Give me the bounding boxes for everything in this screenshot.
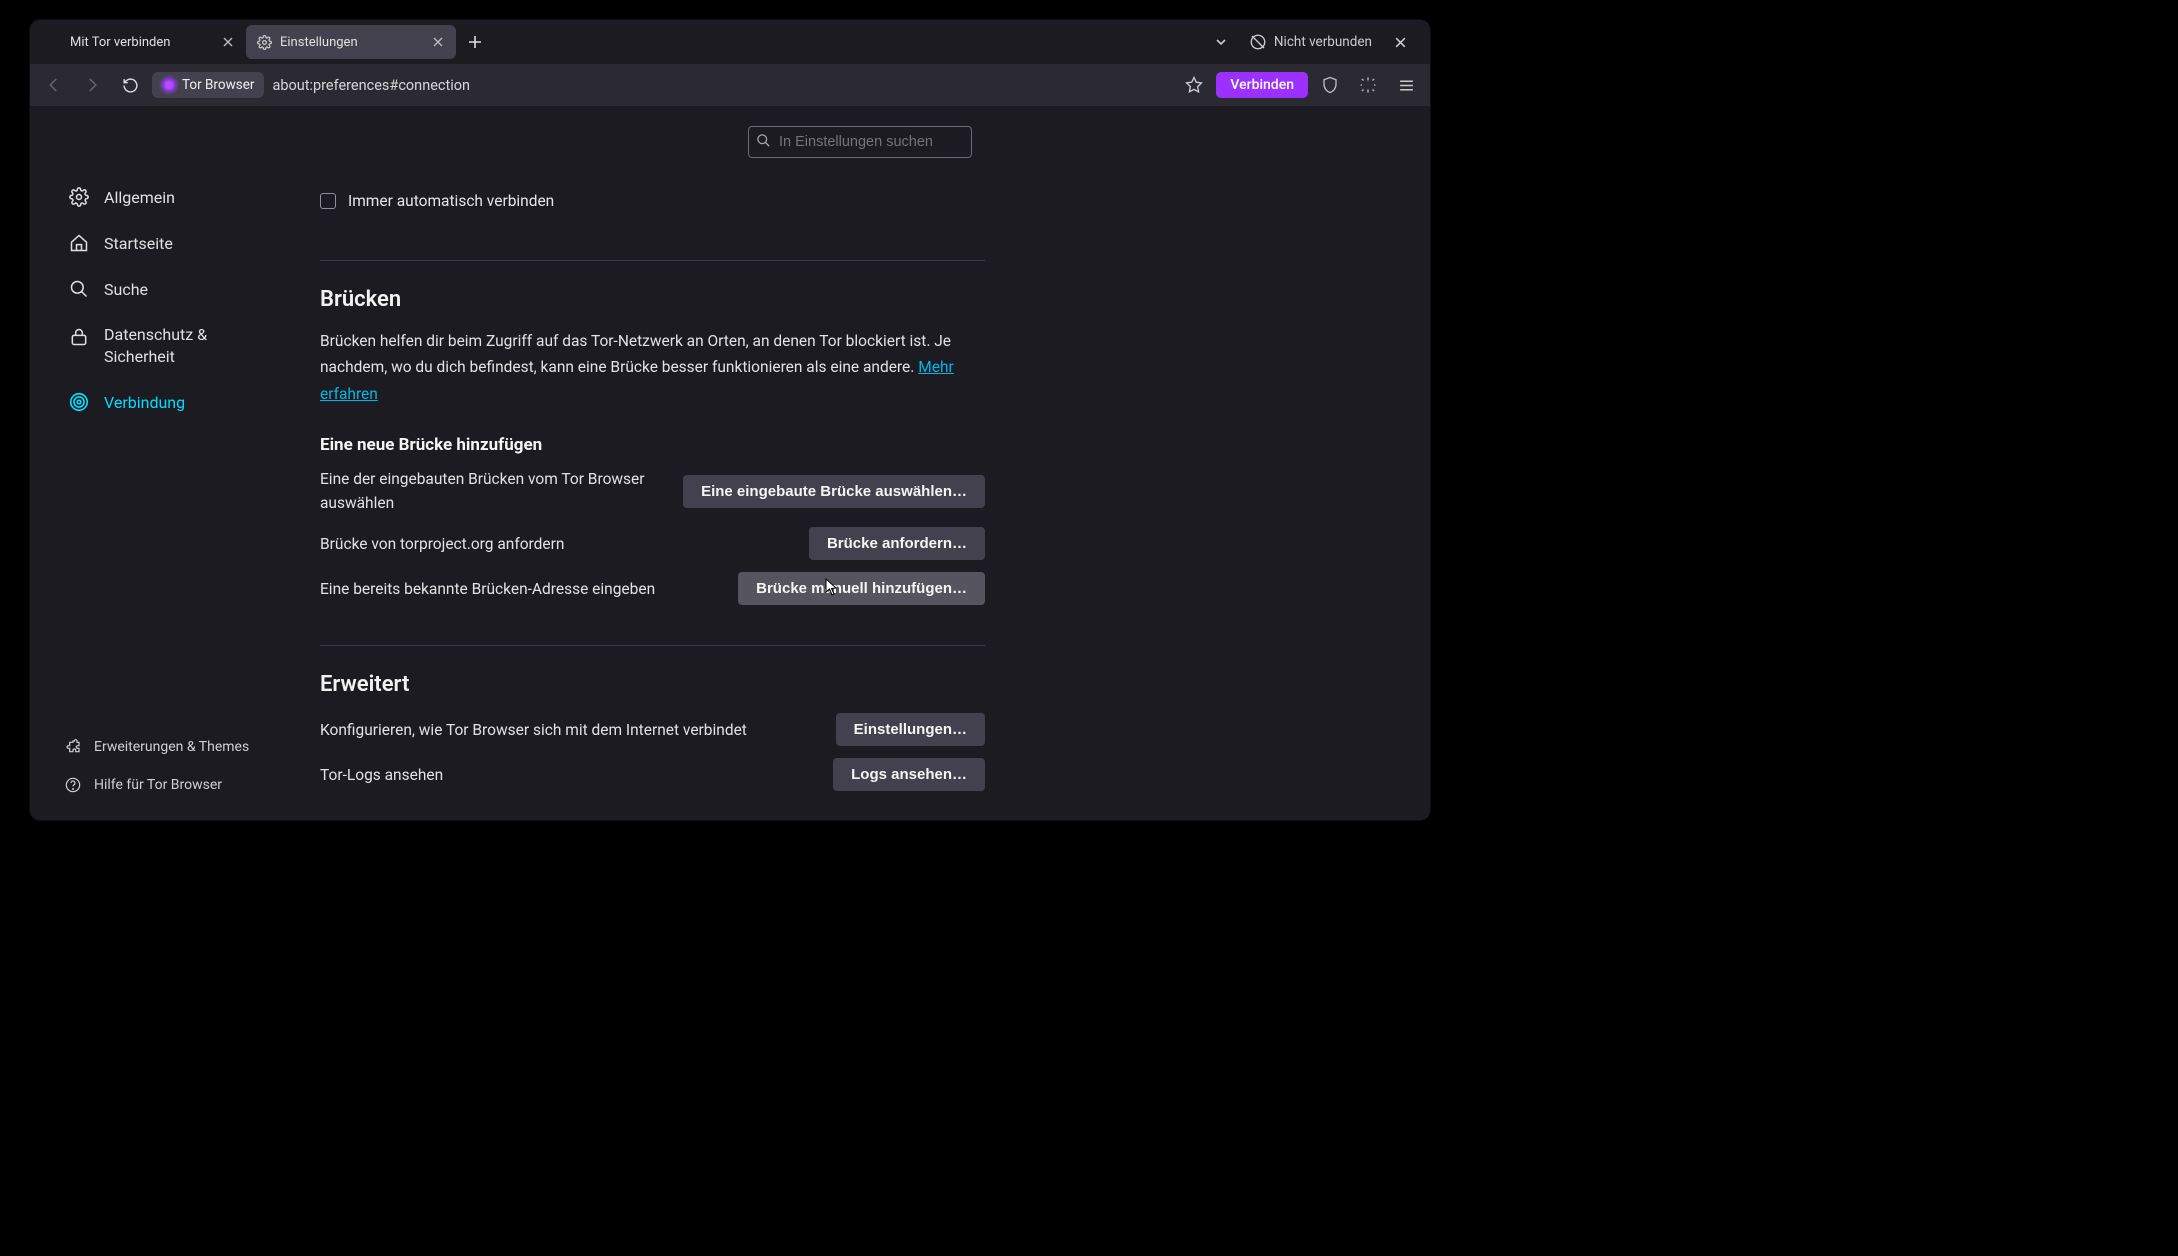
- section-divider: [320, 645, 985, 646]
- sidebar-addons-link[interactable]: Erweiterungen & Themes: [60, 732, 280, 762]
- request-bridge-desc: Brücke von torproject.org anfordern: [320, 532, 680, 556]
- category-label: Startseite: [104, 234, 173, 253]
- sidebar-link-label: Erweiterungen & Themes: [94, 739, 249, 755]
- preferences-main: Immer automatisch verbinden Brücken Brüc…: [290, 106, 1430, 820]
- alltabs-button[interactable]: [1207, 28, 1235, 56]
- category-label: Allgemein: [104, 188, 175, 207]
- connect-button-label: Verbinden: [1230, 77, 1294, 93]
- sidebar-help-link[interactable]: Hilfe für Tor Browser: [60, 770, 280, 800]
- bookmark-star-icon[interactable]: [1178, 69, 1210, 101]
- network-settings-button[interactable]: Einstellungen…: [836, 713, 985, 746]
- add-bridge-manually-button[interactable]: Brücke manuell hinzufügen…: [738, 572, 985, 605]
- window-close-button[interactable]: [1386, 28, 1414, 56]
- shield-icon[interactable]: [1314, 69, 1346, 101]
- identity-chip[interactable]: Tor Browser: [152, 72, 264, 98]
- category-connection[interactable]: Verbindung: [60, 381, 280, 423]
- advanced-heading: Erweitert: [320, 672, 985, 697]
- section-divider: [320, 260, 985, 261]
- category-privacy[interactable]: Datenschutz & Sicherheit: [60, 314, 280, 377]
- manual-bridge-desc: Eine bereits bekannte Brücken-Adresse ei…: [320, 577, 680, 601]
- connect-button[interactable]: Verbinden: [1216, 72, 1308, 98]
- hamburger-menu-icon[interactable]: [1390, 69, 1422, 101]
- search-icon: [68, 278, 90, 300]
- close-icon[interactable]: [220, 34, 236, 50]
- navigation-toolbar: Tor Browser about:preferences#connection…: [30, 64, 1430, 106]
- connection-status: Nicht verbunden: [1249, 33, 1372, 51]
- sidebar-link-label: Hilfe für Tor Browser: [94, 777, 222, 793]
- browser-window: Mit Tor verbinden Einstellungen: [30, 20, 1430, 820]
- lock-icon: [68, 326, 90, 348]
- auto-connect-checkbox[interactable]: Immer automatisch verbinden: [320, 192, 985, 210]
- request-bridge-button[interactable]: Brücke anfordern…: [809, 527, 985, 560]
- bridges-description: Brücken helfen dir beim Zugriff auf das …: [320, 328, 985, 407]
- tab-settings[interactable]: Einstellungen: [246, 25, 456, 59]
- network-settings-desc: Konfigurieren, wie Tor Browser sich mit …: [320, 718, 800, 742]
- builtin-bridge-desc: Eine der eingebauten Brücken vom Tor Bro…: [320, 467, 663, 515]
- question-icon: [64, 776, 82, 794]
- url-bar[interactable]: Tor Browser about:preferences#connection: [152, 69, 1172, 101]
- category-general[interactable]: Allgemein: [60, 176, 280, 218]
- home-icon: [68, 232, 90, 254]
- category-search[interactable]: Suche: [60, 268, 280, 310]
- view-logs-desc: Tor-Logs ansehen: [320, 763, 680, 787]
- category-home[interactable]: Startseite: [60, 222, 280, 264]
- checkbox-label: Immer automatisch verbinden: [348, 192, 554, 210]
- category-label: Datenschutz & Sicherheit: [104, 324, 272, 367]
- new-identity-icon[interactable]: [1352, 69, 1384, 101]
- preferences-content: Allgemein Startseite Suche Datenschutz &…: [30, 106, 1430, 820]
- gear-icon: [68, 186, 90, 208]
- onion-icon: [68, 391, 90, 413]
- reload-button[interactable]: [114, 69, 146, 101]
- preferences-search-input[interactable]: [748, 126, 972, 158]
- gear-icon: [256, 34, 272, 50]
- tab-strip: Mit Tor verbinden Einstellungen: [30, 20, 1430, 64]
- tab-label: Einstellungen: [280, 35, 358, 50]
- select-builtin-bridge-button[interactable]: Eine eingebaute Brücke auswählen…: [683, 475, 985, 508]
- preferences-sidebar: Allgemein Startseite Suche Datenschutz &…: [30, 106, 290, 820]
- category-label: Verbindung: [104, 393, 185, 412]
- puzzle-icon: [64, 738, 82, 756]
- tor-onion-icon: [162, 78, 176, 92]
- tab-connect[interactable]: Mit Tor verbinden: [36, 25, 246, 59]
- forward-button[interactable]: [76, 69, 108, 101]
- bridges-heading: Brücken: [320, 287, 985, 312]
- identity-label: Tor Browser: [182, 77, 254, 93]
- new-tab-button[interactable]: [460, 27, 490, 57]
- back-button[interactable]: [38, 69, 70, 101]
- add-bridge-heading: Eine neue Brücke hinzufügen: [320, 435, 985, 455]
- checkbox-icon: [320, 193, 336, 209]
- url-text: about:preferences#connection: [272, 77, 470, 94]
- close-icon[interactable]: [430, 34, 446, 50]
- view-logs-button[interactable]: Logs ansehen…: [833, 758, 985, 791]
- tab-label: Mit Tor verbinden: [70, 35, 170, 50]
- category-label: Suche: [104, 280, 148, 299]
- connection-status-label: Nicht verbunden: [1274, 34, 1372, 50]
- tor-favicon: [46, 34, 62, 50]
- not-connected-icon: [1249, 33, 1267, 51]
